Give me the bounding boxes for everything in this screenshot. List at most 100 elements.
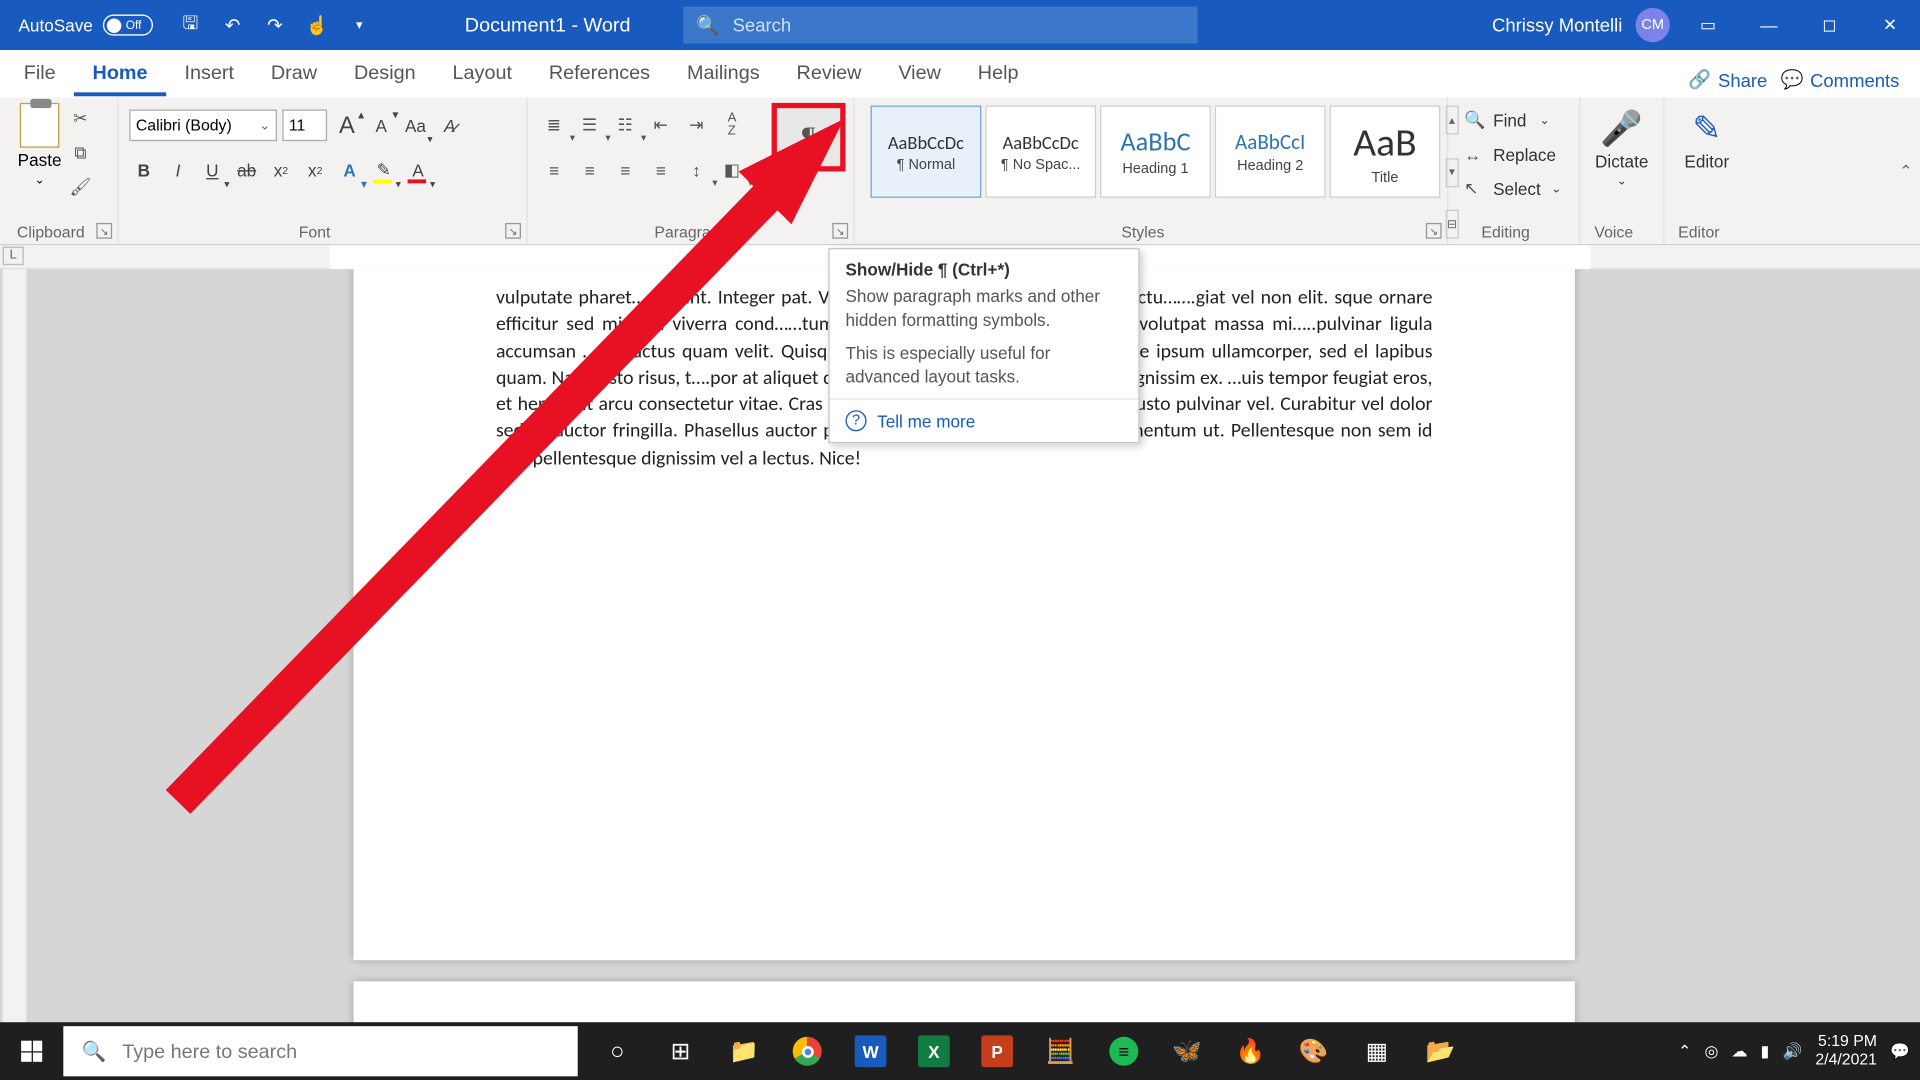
comments-button[interactable]: 💬Comments <box>1780 69 1899 91</box>
dialog-launcher-icon[interactable]: ↘ <box>505 223 521 239</box>
tab-file[interactable]: File <box>5 51 74 96</box>
italic-button[interactable]: I <box>164 154 193 186</box>
strikethrough-button[interactable]: ab <box>232 154 261 186</box>
underline-button[interactable]: U▾ <box>198 154 227 186</box>
qat-more-icon[interactable]: ▾ <box>341 7 378 44</box>
vertical-ruler[interactable] <box>3 269 27 1043</box>
redo-icon[interactable]: ↷ <box>256 7 293 44</box>
tab-home[interactable]: Home <box>74 51 166 96</box>
search-box[interactable]: 🔍 Search <box>683 7 1197 44</box>
decrease-indent-icon[interactable]: ⇤ <box>645 109 677 141</box>
system-tray[interactable]: ⌃ ◎ ☁ ▮ 🔊 5:19 PM2/4/2021 💬 <box>1678 1033 1920 1069</box>
share-button[interactable]: 🔗Share <box>1688 69 1767 91</box>
style-normal[interactable]: AaBbCcDc¶ Normal <box>871 106 982 198</box>
tab-view[interactable]: View <box>880 51 959 96</box>
tray-expand-icon[interactable]: ⌃ <box>1678 1042 1691 1060</box>
toggle-off-icon[interactable]: Off <box>103 15 153 36</box>
autosave-toggle[interactable]: AutoSave Off <box>0 15 164 36</box>
bold-button[interactable]: B <box>129 154 158 186</box>
paste-button[interactable]: Paste ⌄ <box>11 103 69 187</box>
style-title[interactable]: AaBTitle <box>1330 106 1441 198</box>
taskbar-search[interactable]: 🔍Type here to search <box>63 1026 577 1076</box>
tab-help[interactable]: Help <box>959 51 1037 96</box>
volume-icon[interactable]: 🔊 <box>1782 1042 1802 1060</box>
cortana-icon[interactable]: ○ <box>586 1022 649 1080</box>
tab-mailings[interactable]: Mailings <box>669 51 779 96</box>
touch-mode-icon[interactable]: ☝ <box>299 7 336 44</box>
multilevel-list-icon[interactable]: ☷▾ <box>609 109 641 141</box>
align-center-icon[interactable]: ≡ <box>574 154 606 186</box>
powerpoint-icon[interactable]: P <box>966 1022 1029 1080</box>
editor-button[interactable]: ✎Editor <box>1684 103 1729 172</box>
font-color-icon[interactable]: A▾ <box>404 154 433 186</box>
location-icon[interactable]: ◎ <box>1705 1042 1719 1060</box>
shading-icon[interactable]: ◧▾ <box>716 154 748 186</box>
shrink-font-icon[interactable]: A▾ <box>367 109 396 141</box>
maximize-button[interactable]: ◻ <box>1799 0 1860 50</box>
file-explorer-icon[interactable]: 📁 <box>712 1022 775 1080</box>
style-heading2[interactable]: AaBbCcIHeading 2 <box>1215 106 1326 198</box>
numbering-icon[interactable]: ☰▾ <box>574 109 606 141</box>
dialog-launcher-icon[interactable]: ↘ <box>1426 223 1442 239</box>
close-button[interactable]: ✕ <box>1860 0 1920 50</box>
spotify-icon[interactable]: ≡ <box>1092 1022 1155 1080</box>
excel-icon[interactable]: X <box>902 1022 965 1080</box>
text-effects-icon[interactable]: A▾ <box>335 154 364 186</box>
ribbon-display-options-icon[interactable]: ▭ <box>1678 0 1739 50</box>
style-gallery[interactable]: AaBbCcDc¶ Normal AaBbCcDc¶ No Spac... Aa… <box>865 103 1445 241</box>
highlight-color-icon[interactable]: ✎▾ <box>369 154 398 186</box>
replace-button[interactable]: ↔Replace <box>1459 137 1568 171</box>
dialog-launcher-icon[interactable]: ↘ <box>96 223 112 239</box>
grow-font-icon[interactable]: A▴ <box>332 109 361 141</box>
dialog-launcher-icon[interactable]: ↘ <box>832 223 848 239</box>
align-right-icon[interactable]: ≡ <box>609 154 641 186</box>
clock[interactable]: 5:19 PM2/4/2021 <box>1815 1033 1877 1069</box>
line-spacing-icon[interactable]: ↕▾ <box>681 154 713 186</box>
tab-insert[interactable]: Insert <box>166 51 252 96</box>
format-painter-icon[interactable]: 🖌 <box>66 174 95 200</box>
change-case-icon[interactable]: Aa▾ <box>401 109 430 141</box>
increase-indent-icon[interactable]: ⇥ <box>681 109 713 141</box>
save-icon[interactable]: 🖫 <box>172 7 209 44</box>
tab-review[interactable]: Review <box>778 51 880 96</box>
superscript-button[interactable]: x2 <box>301 154 330 186</box>
onedrive-icon[interactable]: ☁ <box>1732 1042 1748 1060</box>
font-size-combo[interactable]: 11 <box>282 109 327 141</box>
cut-icon[interactable]: ✂ <box>66 106 95 132</box>
app-icon[interactable]: 🦋 <box>1155 1022 1218 1080</box>
sort-icon[interactable]: AZ <box>716 109 748 141</box>
chrome-icon[interactable] <box>776 1022 839 1080</box>
paint-icon[interactable]: 🎨 <box>1282 1022 1345 1080</box>
find-button[interactable]: 🔍Find ⌄ <box>1459 103 1568 137</box>
justify-icon[interactable]: ≡ <box>645 154 677 186</box>
notifications-icon[interactable]: 💬 <box>1890 1042 1910 1060</box>
tab-layout[interactable]: Layout <box>434 51 530 96</box>
start-button[interactable] <box>0 1022 63 1080</box>
subscript-button[interactable]: x2 <box>266 154 295 186</box>
app-icon[interactable]: 🔥 <box>1219 1022 1282 1080</box>
copy-icon[interactable]: ⧉ <box>66 140 95 166</box>
style-heading1[interactable]: AaBbCHeading 1 <box>1100 106 1211 198</box>
style-no-spacing[interactable]: AaBbCcDc¶ No Spac... <box>985 106 1096 198</box>
tell-me-more-link[interactable]: ? Tell me more <box>830 400 1139 442</box>
task-view-icon[interactable]: ⊞ <box>649 1022 712 1080</box>
tab-draw[interactable]: Draw <box>252 51 335 96</box>
clear-formatting-icon[interactable]: A̷ <box>435 109 464 141</box>
collapse-ribbon-icon[interactable]: ⌃ <box>1899 162 1912 180</box>
account-info[interactable]: Chrissy Montelli CM <box>1492 8 1678 42</box>
select-button[interactable]: ↖Select ⌄ <box>1459 171 1568 205</box>
font-name-combo[interactable]: Calibri (Body) <box>129 109 277 141</box>
tab-references[interactable]: References <box>530 51 668 96</box>
app-icon[interactable]: ▦ <box>1345 1022 1408 1080</box>
bullets-icon[interactable]: ≣▾ <box>538 109 570 141</box>
calculator-icon[interactable]: 🧮 <box>1029 1022 1092 1080</box>
dictate-button[interactable]: 🎤Dictate⌄ <box>1595 103 1648 189</box>
tab-design[interactable]: Design <box>336 51 435 96</box>
undo-icon[interactable]: ↶ <box>214 7 251 44</box>
tab-selector-icon[interactable]: L <box>3 247 24 265</box>
battery-icon[interactable]: ▮ <box>1761 1042 1770 1060</box>
show-hide-button[interactable]: ¶ <box>772 103 846 172</box>
file-explorer-icon[interactable]: 📂 <box>1409 1022 1472 1080</box>
align-left-icon[interactable]: ≡ <box>538 154 570 186</box>
minimize-button[interactable]: ― <box>1738 0 1799 50</box>
